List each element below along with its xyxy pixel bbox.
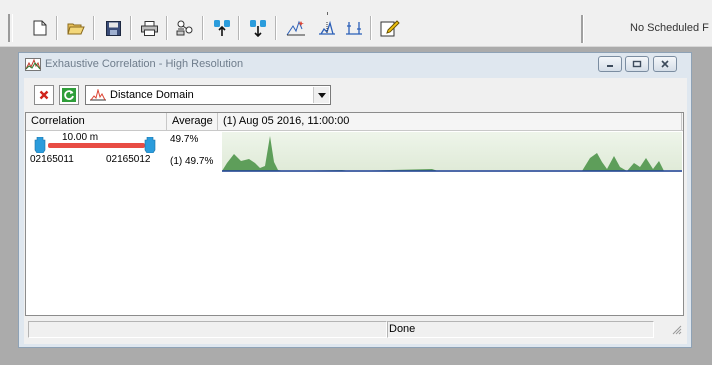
new-button[interactable] [28, 16, 52, 40]
remove-button[interactable] [34, 85, 54, 105]
column-divider[interactable] [166, 113, 167, 130]
correlation-chart-icon [25, 58, 41, 74]
chevron-down-icon[interactable] [313, 87, 329, 103]
minimize-icon [607, 65, 613, 67]
sensors-down-button[interactable] [246, 16, 270, 40]
status-divider [581, 15, 584, 43]
distance-domain-icon [90, 88, 106, 104]
window-content: Distance Domain Correlation Average (1) … [24, 78, 687, 344]
toolbar-grip-highlight [12, 14, 13, 42]
table-row[interactable]: 10.00 m 02165011 02165012 49.7% (1) 49.7… [26, 131, 683, 173]
network-button[interactable] [173, 16, 197, 40]
edit-report-icon [380, 20, 400, 37]
toolbar-separator [93, 16, 95, 40]
restore-button[interactable] [625, 56, 649, 72]
domain-select-value: Distance Domain [110, 89, 194, 101]
toolbar-grip [8, 14, 10, 42]
distance-label: 10.00 m [62, 132, 99, 143]
printer-icon [140, 20, 158, 36]
open-button[interactable] [64, 16, 88, 40]
cursor-marker-icon [346, 22, 362, 35]
toolbar-separator [275, 16, 277, 40]
correlation-sparkline[interactable] [222, 132, 682, 172]
correlate-button[interactable] [284, 16, 308, 40]
column-divider[interactable] [681, 113, 682, 130]
toolbar-separator [130, 16, 132, 40]
correlation-grid: Correlation Average (1) Aug 05 2016, 11:… [25, 112, 684, 316]
cursor-marker-button[interactable] [342, 16, 366, 40]
restore-icon [632, 60, 642, 68]
column-header-correlation[interactable]: Correlation [31, 115, 85, 127]
column-divider[interactable] [217, 113, 218, 130]
window-titlebar[interactable]: Exhaustive Correlation - High Resolution [19, 53, 691, 77]
correlation-distance-bar [48, 143, 145, 148]
sensor-a-id: 02165011 [30, 154, 74, 165]
toolbar-separator [56, 16, 58, 40]
sensor-up-icon [214, 20, 230, 36]
open-icon [67, 23, 85, 35]
status-text: Done [389, 323, 416, 335]
sensor-b-id: 02165012 [106, 154, 151, 165]
average-detail: (1) 49.7% [170, 156, 214, 167]
toolbar-tick [327, 12, 328, 15]
correlation-wand-icon [286, 20, 305, 36]
refresh-button[interactable] [59, 85, 79, 105]
floppy-disk-icon [105, 20, 121, 36]
print-button[interactable] [137, 16, 161, 40]
window-title: Exhaustive Correlation - High Resolution [45, 58, 244, 70]
save-button[interactable] [101, 16, 125, 40]
red-x-icon [38, 89, 50, 101]
status-pane-right [387, 321, 654, 338]
close-window-button[interactable] [653, 56, 677, 72]
window-statusbar: Done [25, 318, 684, 342]
main-toolbar: No Scheduled F [0, 0, 712, 47]
sensor-down-icon [250, 20, 266, 37]
toolbar-separator [370, 16, 372, 40]
toolbar-separator [166, 16, 168, 40]
domain-select[interactable]: Distance Domain [85, 85, 331, 105]
report-button[interactable] [378, 16, 402, 40]
sensors-up-button[interactable] [210, 16, 234, 40]
correlation-window: Exhaustive Correlation - High Resolution [18, 52, 692, 348]
grid-header: Correlation Average (1) Aug 05 2016, 11:… [26, 113, 683, 131]
column-header-average[interactable]: Average [172, 115, 213, 127]
green-refresh-icon [62, 88, 76, 102]
network-icon [176, 20, 193, 36]
status-pane-left [28, 321, 387, 338]
minimize-button[interactable] [598, 56, 622, 72]
toolbar-separator [238, 16, 240, 40]
peak-button[interactable] [315, 16, 339, 40]
average-value: 49.7% [170, 134, 199, 145]
peak-marker-icon [319, 20, 335, 35]
column-header-timestamp[interactable]: (1) Aug 05 2016, 11:00:00 [223, 115, 349, 127]
new-icon [33, 20, 47, 36]
close-icon [661, 60, 669, 68]
resize-grip-icon[interactable] [672, 325, 682, 338]
schedule-status: No Scheduled F [630, 22, 709, 34]
toolbar-separator [202, 16, 204, 40]
